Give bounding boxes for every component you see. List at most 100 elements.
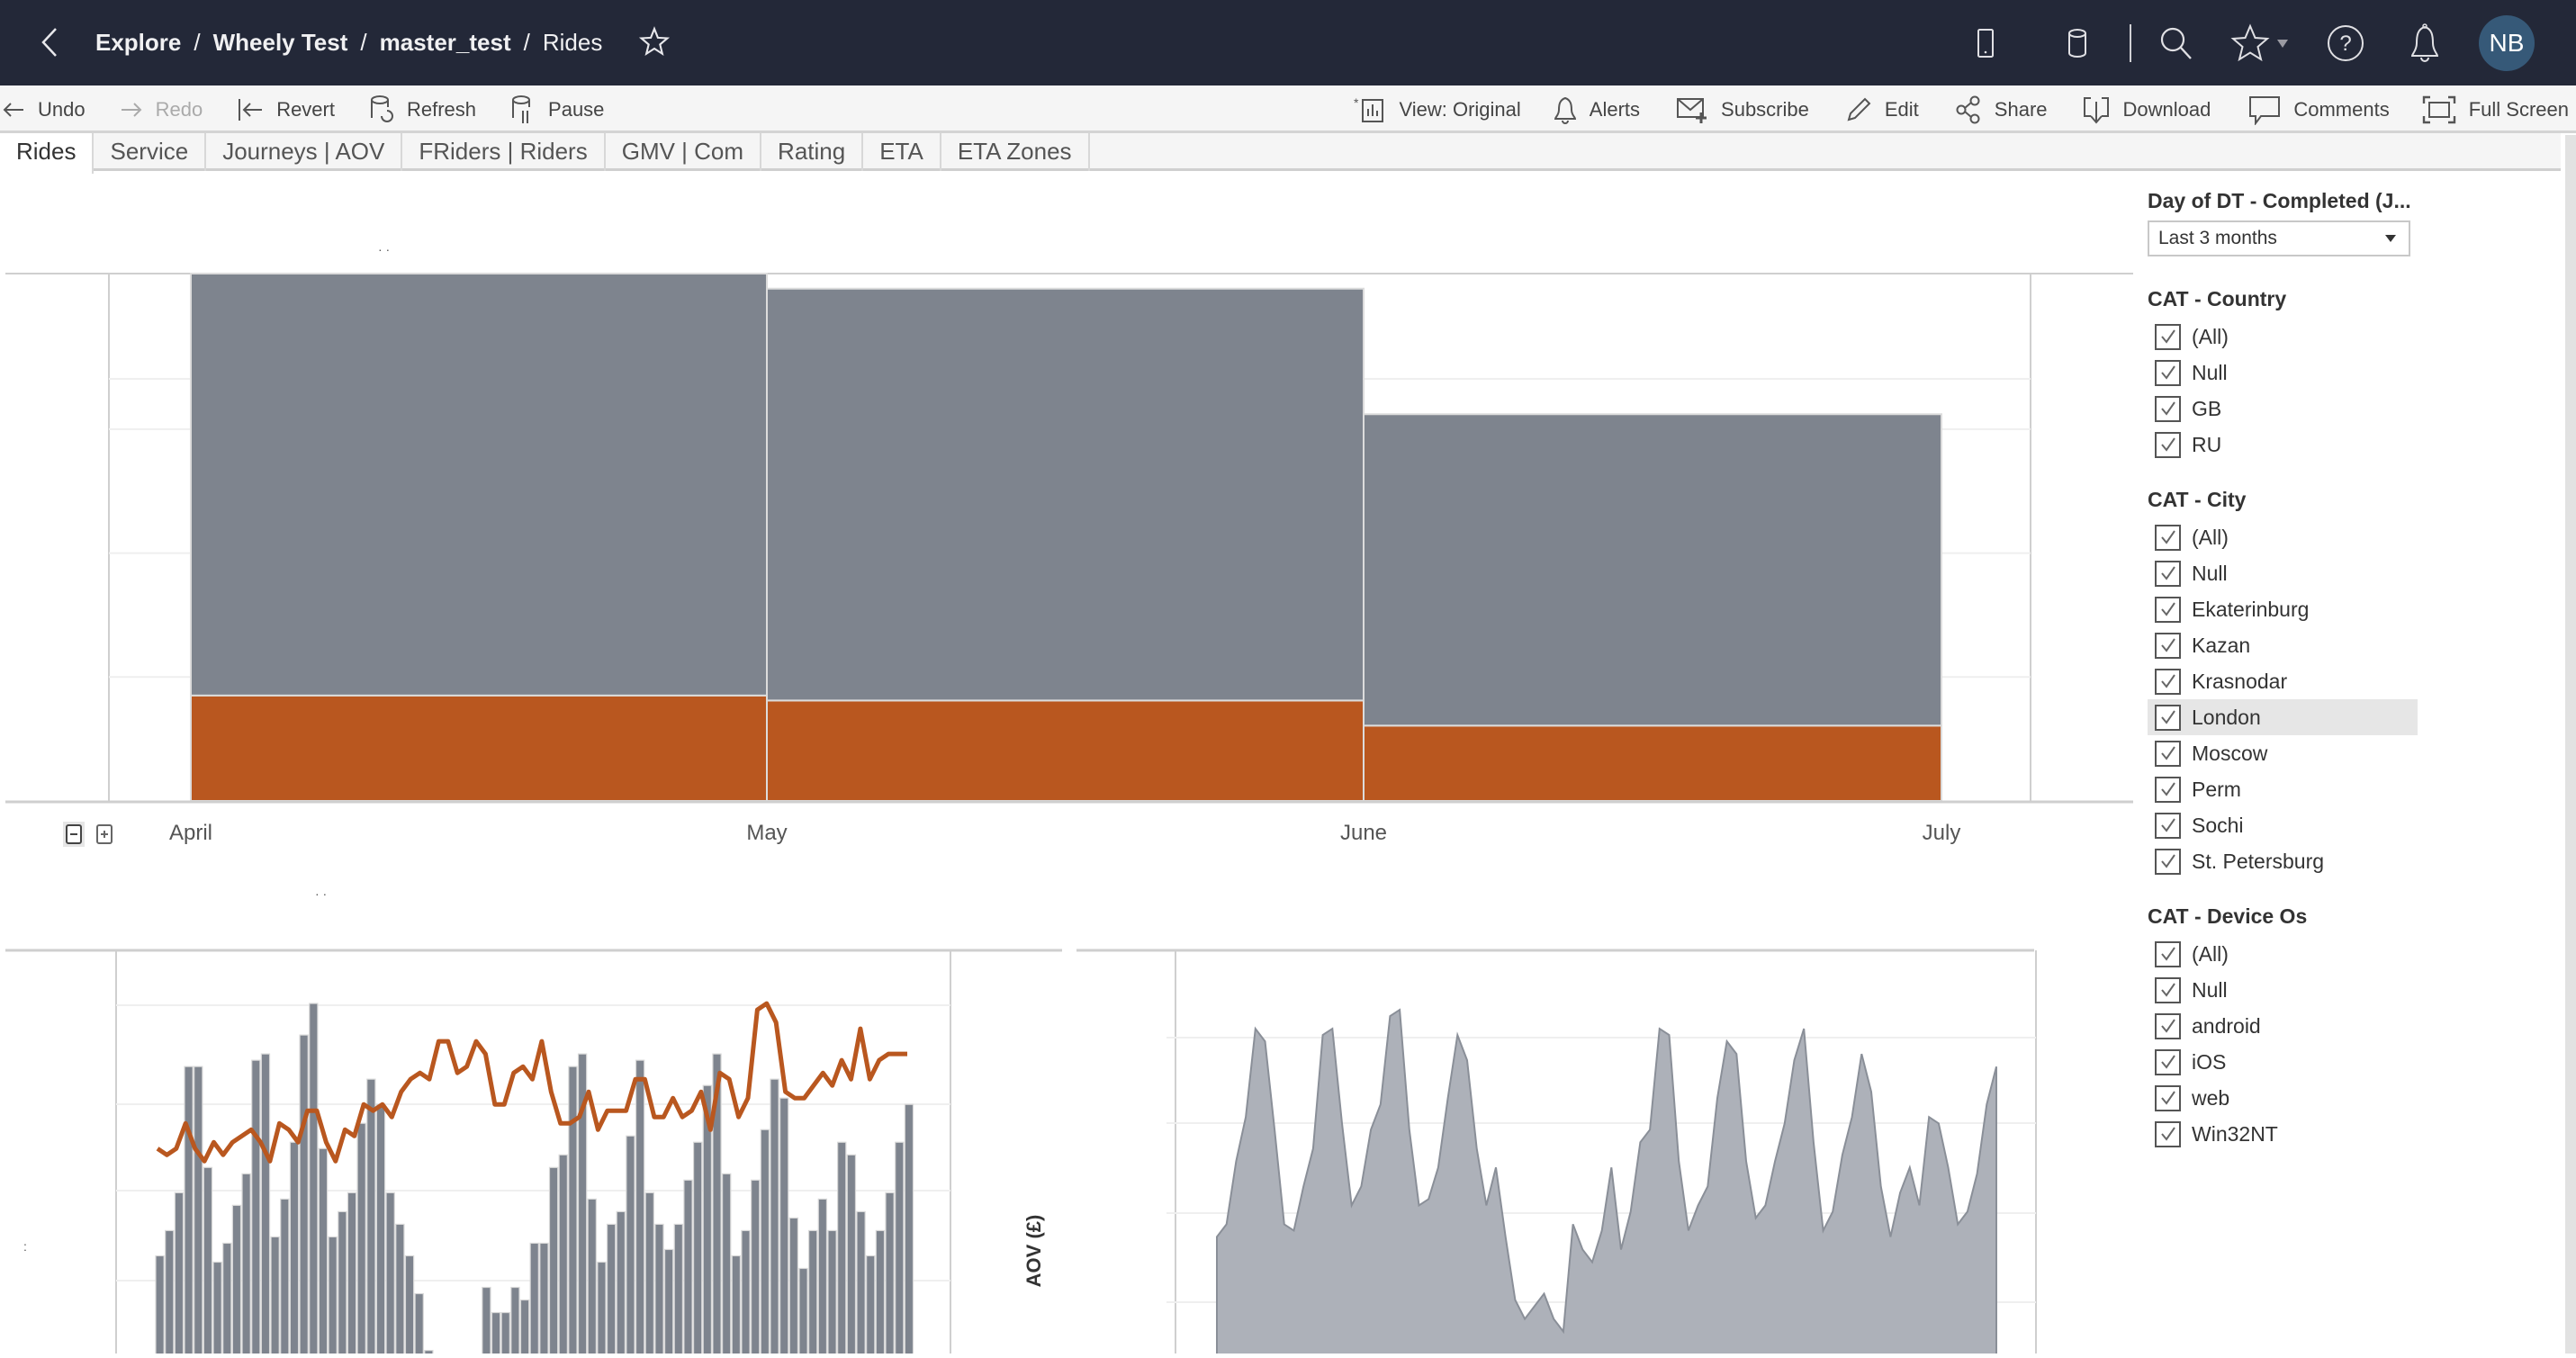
tab-gmv-com[interactable]: GMV | Com [606,133,762,171]
view-original-button[interactable]: * View: Original [1354,85,1521,133]
rides-bar[interactable] [529,1242,539,1358]
alerts-button[interactable]: Alerts [1554,85,1640,133]
filter-option[interactable]: Null [2148,555,2418,591]
rides-bar[interactable] [356,1122,366,1358]
rides-bar[interactable] [385,1192,395,1358]
date-range-dropdown[interactable]: Last 3 months [2148,220,2410,256]
checkbox[interactable] [2155,596,2181,623]
notifications-bell-icon[interactable] [2405,22,2445,63]
rides-bar[interactable] [837,1141,847,1358]
checkbox[interactable] [2155,1012,2181,1039]
revert-button[interactable]: Revert [237,85,335,133]
refresh-button[interactable]: Refresh [369,85,476,133]
rides-bar[interactable] [808,1229,818,1358]
tab-rides[interactable]: Rides [0,133,95,174]
rides-bar[interactable] [760,1129,770,1358]
rides-bar[interactable] [885,1192,895,1358]
rides-bar[interactable] [289,1141,300,1358]
rides-bar[interactable] [222,1242,232,1358]
rides-bar[interactable] [347,1192,357,1358]
edit-button[interactable]: Edit [1845,85,1919,133]
bar-april-other[interactable] [190,273,768,697]
search-icon[interactable] [2157,23,2196,63]
filter-option[interactable]: St. Petersburg [2148,843,2418,879]
rides-bar[interactable] [904,1103,914,1358]
subscribe-button[interactable]: Subscribe [1676,85,1809,133]
filter-option[interactable]: Krasnodar [2148,663,2418,699]
rides-bar[interactable] [568,1066,578,1358]
rides-bar[interactable] [482,1286,491,1358]
rides-bar[interactable] [606,1223,617,1358]
rides-bar[interactable] [741,1229,751,1358]
filter-option[interactable]: (All) [2148,936,2418,972]
rides-bar[interactable] [731,1255,742,1358]
filter-option[interactable]: GB [2148,391,2418,427]
rides-bar[interactable] [280,1198,290,1358]
rides-bar[interactable] [184,1066,194,1358]
collapse-button[interactable] [63,822,85,847]
data-source-icon[interactable] [2058,23,2097,63]
filter-option[interactable]: Null [2148,355,2418,391]
full-screen-button[interactable]: Full Screen [2422,85,2569,133]
rides-bar[interactable] [194,1066,203,1358]
share-button[interactable]: Share [1955,85,2048,133]
rides-bar[interactable] [375,1103,386,1358]
filter-option[interactable]: (All) [2148,519,2418,555]
filter-option[interactable]: RU [2148,427,2418,463]
tab-eta-zones[interactable]: ETA Zones [941,133,1090,171]
rides-bar[interactable] [587,1198,597,1358]
checkbox[interactable] [2155,940,2181,967]
tab-friders-riders[interactable]: FRiders | Riders [402,133,606,171]
rides-bar[interactable] [616,1210,626,1358]
comments-button[interactable]: Comments [2248,85,2390,133]
tab-rating[interactable]: Rating [761,133,864,171]
rides-bar[interactable] [174,1192,185,1358]
expand-button[interactable] [96,824,113,844]
rides-bar[interactable] [318,1147,329,1358]
rides-bar[interactable] [539,1242,549,1358]
filter-option[interactable]: Null [2148,972,2418,1008]
rides-bar[interactable] [779,1097,789,1358]
checkbox[interactable] [2155,1084,2181,1111]
checkbox[interactable] [2155,812,2181,839]
rides-bar[interactable] [404,1255,415,1358]
rides-bar[interactable] [328,1236,338,1358]
rides-bar[interactable] [395,1223,405,1358]
back-chevron-icon[interactable] [36,24,63,60]
rides-bar[interactable] [817,1198,828,1358]
checkbox[interactable] [2155,704,2181,731]
rides-bar[interactable] [875,1229,886,1358]
checkbox[interactable] [2155,976,2181,1003]
rides-bar[interactable] [788,1217,799,1358]
filter-option[interactable]: web [2148,1080,2418,1116]
help-icon[interactable]: ? [2326,23,2365,63]
rides-bar[interactable] [721,1173,732,1358]
rides-bar[interactable] [260,1053,271,1358]
filter-option[interactable]: Sochi [2148,807,2418,843]
undo-button[interactable]: Undo [2,85,86,133]
bar-june-other[interactable] [1363,413,1942,727]
checkbox[interactable] [2155,740,2181,767]
filter-option[interactable]: Moscow [2148,735,2418,771]
avatar[interactable]: NB [2479,14,2535,71]
vertical-scrollbar[interactable] [2565,135,2576,1354]
filter-option[interactable]: Win32NT [2148,1116,2418,1152]
rides-bar[interactable] [866,1255,876,1358]
checkbox[interactable] [2155,848,2181,875]
favorites-star-icon[interactable] [2230,22,2293,63]
rides-bar[interactable] [846,1154,857,1358]
rides-bar[interactable] [270,1236,280,1358]
rides-bar[interactable] [597,1261,607,1358]
rides-bar[interactable] [414,1292,424,1358]
tab-journeys-aov[interactable]: Journeys | AOV [206,133,403,171]
rides-bar[interactable] [692,1141,703,1358]
rides-bar[interactable] [251,1059,261,1358]
redo-button[interactable]: Redo [120,85,203,133]
rides-bar[interactable] [673,1223,683,1358]
checkbox[interactable] [2155,395,2181,422]
mobile-device-icon[interactable] [1966,23,2005,63]
rides-bar[interactable] [299,1034,309,1358]
tab-service[interactable]: Service [94,133,207,171]
bar-may-other[interactable] [766,287,1365,702]
rides-bar[interactable] [856,1210,866,1358]
